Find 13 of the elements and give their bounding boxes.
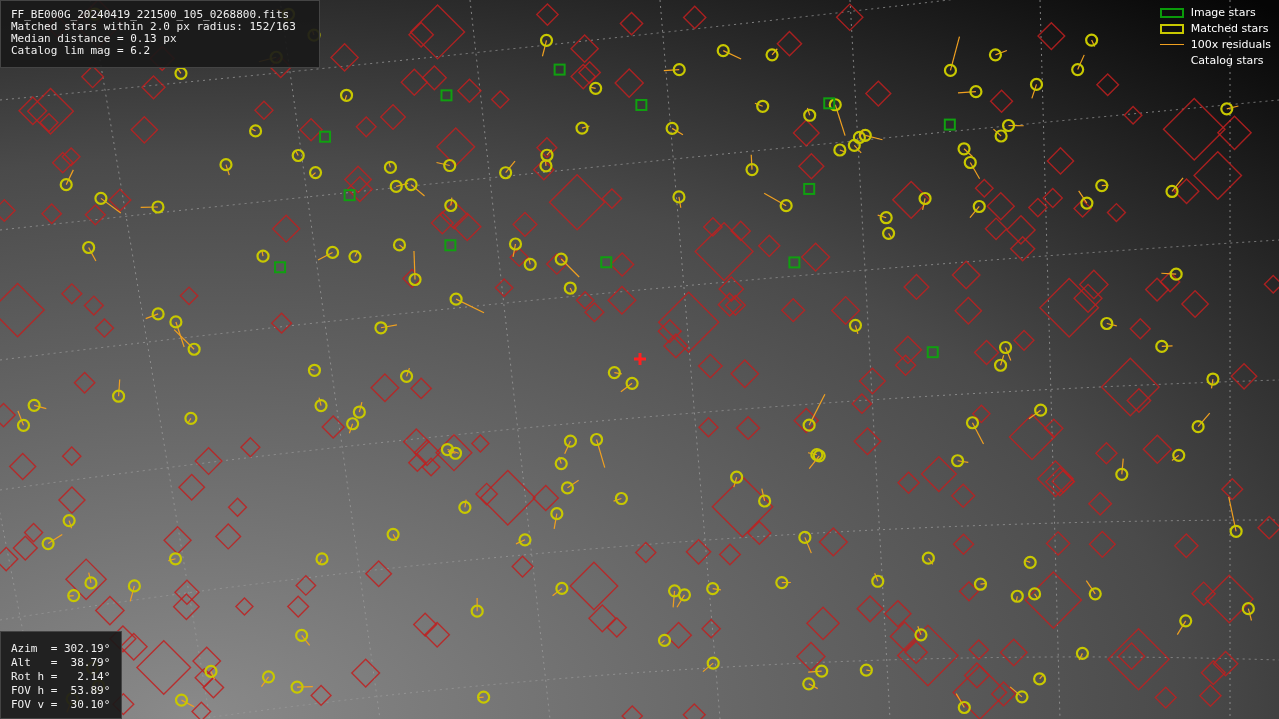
- pointing-text: FOV h = 53.89°: [11, 684, 111, 698]
- legend-label: Matched stars: [1190, 22, 1270, 35]
- legend-label: 100x residuals: [1190, 38, 1271, 51]
- info-text: FF_BE000G_20240419_221500_105_0268800.fits: [11, 9, 291, 21]
- info-text: Catalog lim mag = 6.2: [11, 45, 152, 57]
- pointing-text: Rot h = 2.14°: [11, 670, 111, 684]
- pointing-text: Azim = 302.19°: [11, 642, 111, 656]
- legend-label: Image stars: [1190, 6, 1257, 19]
- pointing-text: FOV v = 30.10°: [11, 698, 111, 712]
- pointing-text: Alt = 38.79°: [11, 656, 111, 670]
- info-text: Median distance = 0.13 px: [11, 33, 178, 45]
- legend-label: Catalog stars: [1190, 54, 1265, 67]
- info-text: Matched stars within 2.0 px radius: 152/163: [11, 21, 297, 33]
